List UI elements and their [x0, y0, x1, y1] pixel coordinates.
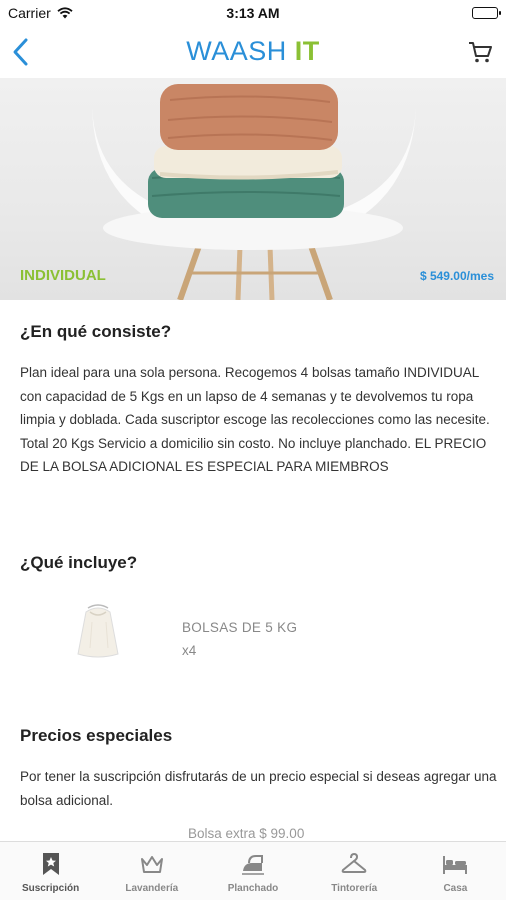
tab-label: Planchado [227, 883, 279, 894]
brand-text-it: IT [294, 36, 320, 66]
tab-label: Tintorería [331, 883, 378, 894]
incluye-title: ¿Qué incluye? [20, 553, 138, 572]
cart-button[interactable] [466, 38, 494, 66]
tab-lavanderia[interactable]: Lavandería [101, 842, 202, 900]
plan-price-label: $ 549.00/mes [419, 269, 494, 283]
bottom-tab-bar: Suscripción Lavandería Planchado Tintore… [0, 841, 506, 900]
brand-logo: WAASH IT [0, 36, 506, 67]
laundry-bag-image [77, 604, 119, 658]
precios-description: Por tener la suscripción disfrutarás de … [20, 769, 497, 808]
consiste-title: ¿En qué consiste? [20, 322, 172, 341]
bookmark-star-icon [42, 853, 59, 875]
hanger-icon [341, 853, 367, 873]
item-name: BOLSAS DE 5 KG [182, 620, 298, 635]
status-bar: Carrier 3:13 AM [0, 0, 506, 28]
tab-label: Lavandería [125, 883, 179, 894]
brand-text-waash: WAASH [186, 36, 295, 66]
crown-icon [140, 856, 163, 873]
tab-label: Casa [443, 883, 468, 894]
tab-tintoreria[interactable]: Tintorería [304, 842, 405, 900]
tab-label: Suscripción [21, 883, 80, 894]
bed-icon [443, 856, 468, 874]
battery-icon [472, 7, 501, 19]
tab-planchado[interactable]: Planchado [202, 842, 303, 900]
item-quantity: x4 [182, 643, 197, 658]
extra-bag-price: Bolsa extra $ 99.00 [188, 826, 305, 841]
plan-name-label: INDIVIDUAL [20, 267, 106, 284]
precios-title: Precios especiales [20, 726, 173, 745]
consiste-description: Plan ideal para una sola persona. Recoge… [20, 365, 490, 474]
tab-casa[interactable]: Casa [405, 842, 506, 900]
plan-hero-banner: INDIVIDUAL $ 549.00/mes [0, 78, 506, 300]
iron-icon [242, 855, 264, 875]
status-time: 3:13 AM [226, 5, 280, 21]
tab-suscripcion[interactable]: Suscripción [0, 842, 101, 900]
nav-bar: WAASH IT [0, 28, 506, 78]
cart-icon [469, 42, 492, 63]
